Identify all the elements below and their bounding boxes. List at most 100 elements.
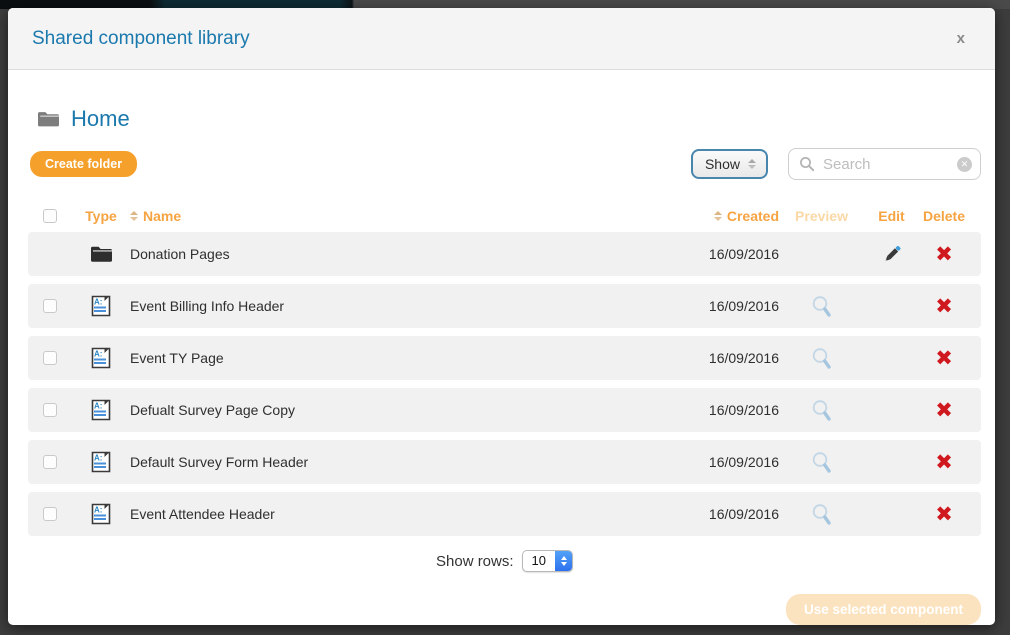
table-header-row: Type Name Created Preview Edit Delete bbox=[28, 204, 981, 230]
search-box: ✕ bbox=[788, 148, 981, 180]
row-preview-cell bbox=[779, 450, 864, 475]
row-created-date: 16/09/2016 bbox=[659, 246, 779, 262]
row-checkbox[interactable] bbox=[43, 299, 57, 313]
column-header-created[interactable]: Created bbox=[659, 208, 779, 224]
preview-magnifier-icon[interactable] bbox=[810, 346, 834, 371]
row-name[interactable]: Defualt Survey Page Copy bbox=[130, 402, 659, 418]
search-input[interactable] bbox=[823, 156, 949, 173]
column-header-delete: Delete bbox=[919, 208, 969, 224]
row-checkbox[interactable] bbox=[43, 507, 57, 521]
column-header-preview: Preview bbox=[779, 208, 864, 224]
toolbar-right: Show ✕ bbox=[691, 148, 981, 180]
component-icon: A: bbox=[89, 502, 113, 526]
row-edit-cell bbox=[864, 502, 919, 526]
row-checkbox-cell bbox=[28, 299, 72, 313]
select-all-checkbox[interactable] bbox=[43, 209, 57, 223]
row-created-date: 16/09/2016 bbox=[659, 298, 779, 314]
preview-magnifier-icon[interactable] bbox=[810, 294, 834, 319]
row-type-cell: A: bbox=[72, 244, 130, 265]
row-checkbox-cell bbox=[28, 455, 72, 469]
row-delete-cell: ✖ bbox=[919, 296, 969, 317]
preview-magnifier-icon[interactable] bbox=[810, 502, 834, 527]
column-header-type[interactable]: Type bbox=[72, 208, 130, 224]
svg-text:A:: A: bbox=[94, 402, 102, 411]
clear-search-icon[interactable]: ✕ bbox=[957, 157, 972, 172]
row-name[interactable]: Event Attendee Header bbox=[130, 506, 659, 522]
delete-icon[interactable]: ✖ bbox=[935, 504, 953, 525]
component-icon: A: bbox=[89, 294, 113, 318]
row-edit-cell bbox=[864, 450, 919, 474]
sort-icon[interactable] bbox=[130, 211, 138, 221]
row-checkbox[interactable] bbox=[43, 455, 57, 469]
svg-text:A:: A: bbox=[94, 454, 102, 463]
folder-icon bbox=[89, 244, 114, 265]
delete-icon[interactable]: ✖ bbox=[935, 348, 953, 369]
row-delete-cell: ✖ bbox=[919, 244, 969, 265]
home-folder-icon bbox=[36, 109, 61, 129]
footer-actions: Use selected component bbox=[28, 594, 981, 625]
rows-per-page-select[interactable]: 10 bbox=[522, 550, 573, 572]
svg-text:A:: A: bbox=[94, 506, 102, 515]
row-delete-cell: ✖ bbox=[919, 400, 969, 421]
pagination: Show rows: 10 bbox=[28, 550, 981, 572]
column-header-name-label: Name bbox=[143, 208, 181, 224]
edit-pencil-icon[interactable] bbox=[880, 242, 904, 266]
row-edit-cell bbox=[864, 242, 919, 266]
row-delete-cell: ✖ bbox=[919, 504, 969, 525]
table-body: A: Donation Pages 16/09/2016 bbox=[28, 232, 981, 536]
show-dropdown[interactable]: Show bbox=[691, 149, 768, 179]
component-icon: A: bbox=[89, 398, 113, 422]
delete-icon[interactable]: ✖ bbox=[935, 244, 953, 265]
row-preview-cell bbox=[779, 242, 864, 267]
row-checkbox[interactable] bbox=[43, 403, 57, 417]
row-preview-cell bbox=[779, 346, 864, 371]
header-checkbox-cell bbox=[28, 209, 72, 223]
row-created-date: 16/09/2016 bbox=[659, 506, 779, 522]
row-name[interactable]: Event Billing Info Header bbox=[130, 298, 659, 314]
table-row: A: Defualt Survey Page Copy 16/09/2016 bbox=[28, 388, 981, 432]
create-folder-button[interactable]: Create folder bbox=[30, 151, 137, 177]
breadcrumb-home-label[interactable]: Home bbox=[71, 106, 130, 132]
row-edit-cell bbox=[864, 346, 919, 370]
row-preview-cell bbox=[779, 398, 864, 423]
sort-icon[interactable] bbox=[714, 211, 722, 221]
delete-icon[interactable]: ✖ bbox=[935, 296, 953, 317]
component-icon: A: bbox=[89, 450, 113, 474]
column-header-name[interactable]: Name bbox=[130, 208, 659, 224]
stepper-icon bbox=[555, 551, 572, 571]
show-dropdown-label: Show bbox=[705, 156, 740, 172]
column-header-edit: Edit bbox=[864, 208, 919, 224]
table-row: A: Event Attendee Header 16/09/2016 bbox=[28, 492, 981, 536]
close-icon[interactable]: x bbox=[951, 26, 971, 51]
delete-icon[interactable]: ✖ bbox=[935, 400, 953, 421]
row-name[interactable]: Donation Pages bbox=[130, 246, 659, 262]
preview-magnifier-icon[interactable] bbox=[810, 398, 834, 423]
modal-title: Shared component library bbox=[32, 28, 250, 50]
shared-component-library-modal: Shared component library x Home Create f… bbox=[8, 8, 995, 625]
modal-header: Shared component library x bbox=[8, 8, 995, 70]
chevron-up-down-icon bbox=[748, 159, 756, 169]
svg-text:A:: A: bbox=[94, 350, 102, 359]
table-row: A: Event TY Page 16/09/2016 bbox=[28, 336, 981, 380]
svg-text:A:: A: bbox=[94, 298, 102, 307]
row-checkbox-cell bbox=[28, 247, 72, 261]
row-created-date: 16/09/2016 bbox=[659, 350, 779, 366]
row-edit-cell bbox=[864, 294, 919, 318]
row-type-cell: A: bbox=[72, 294, 130, 318]
row-name[interactable]: Event TY Page bbox=[130, 350, 659, 366]
row-type-cell: A: bbox=[72, 502, 130, 526]
row-type-cell: A: bbox=[72, 398, 130, 422]
use-selected-component-button[interactable]: Use selected component bbox=[786, 594, 981, 625]
preview-magnifier-icon[interactable] bbox=[810, 450, 834, 475]
show-rows-label: Show rows: bbox=[436, 553, 514, 570]
search-icon bbox=[799, 156, 815, 172]
row-checkbox-cell bbox=[28, 351, 72, 365]
row-edit-cell bbox=[864, 398, 919, 422]
delete-icon[interactable]: ✖ bbox=[935, 452, 953, 473]
table-row: A: Donation Pages 16/09/2016 bbox=[28, 232, 981, 276]
toolbar: Create folder Show ✕ bbox=[30, 148, 981, 180]
row-name[interactable]: Default Survey Form Header bbox=[130, 454, 659, 470]
component-icon: A: bbox=[89, 346, 113, 370]
row-checkbox[interactable] bbox=[43, 351, 57, 365]
row-created-date: 16/09/2016 bbox=[659, 402, 779, 418]
